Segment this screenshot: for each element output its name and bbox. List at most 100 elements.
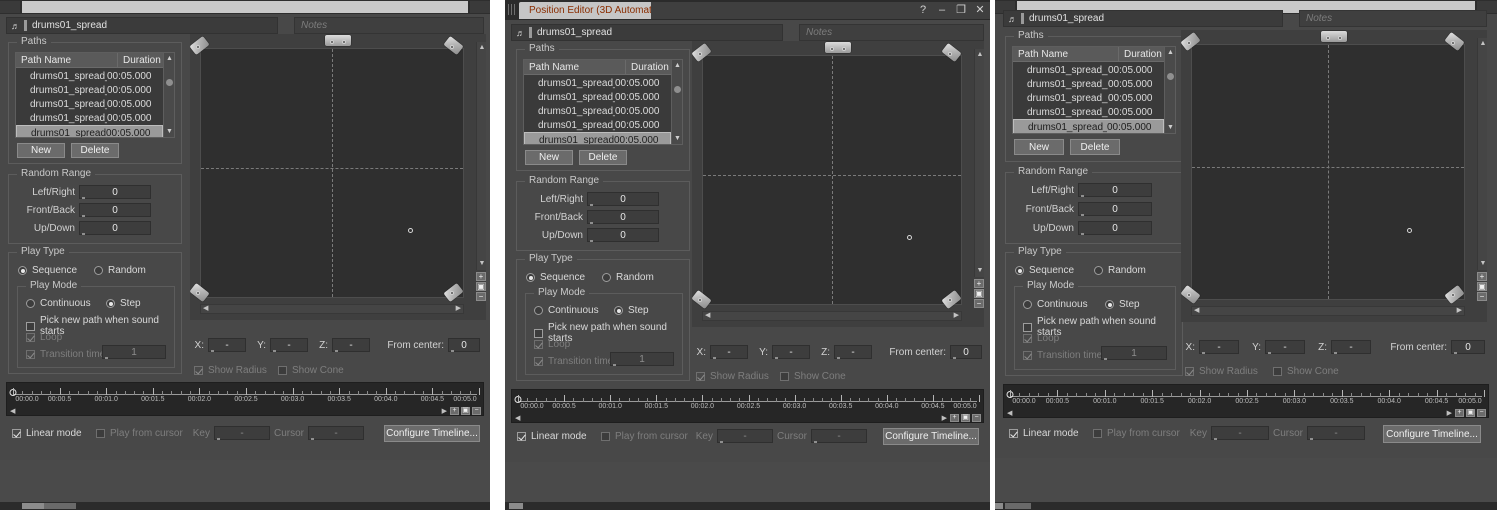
x-input[interactable]: - <box>1199 340 1239 354</box>
timeline-nav-right-icon[interactable]: ▶ <box>442 407 447 415</box>
radio-step[interactable]: Step <box>1105 299 1140 310</box>
table-row[interactable]: drums01_spread_Pa... 00:05.000 <box>16 83 163 97</box>
left-right-input[interactable]: 0 <box>587 192 659 206</box>
zoom-fit-button[interactable]: ▣ <box>476 282 486 291</box>
timeline-zoom-fit-button[interactable]: ▣ <box>461 406 470 415</box>
checkbox-linear-mode[interactable]: Linear mode <box>517 431 587 442</box>
timeline-nav-right-icon[interactable]: ▶ <box>942 414 947 422</box>
view3d-vertical-scrollbar[interactable]: ▲ ▼ <box>476 42 486 270</box>
y-input[interactable]: - <box>772 345 810 359</box>
radio-sequence[interactable]: Sequence <box>526 272 585 283</box>
front-back-input[interactable]: 0 <box>587 210 659 224</box>
table-row[interactable]: drums01_spread_Pa... 00:05.000 <box>1013 91 1164 105</box>
radio-random[interactable]: Random <box>1094 265 1146 276</box>
y-input[interactable]: - <box>1265 340 1305 354</box>
checkbox-play-from-cursor[interactable]: Play from cursor <box>1093 428 1180 439</box>
checkbox-transition-time[interactable]: Transition time <box>1023 350 1102 361</box>
checkbox-show-radius[interactable]: Show Radius <box>194 365 267 376</box>
table-row-selected[interactable]: drums01_spread_Pa... 00:05.000 <box>1013 119 1164 133</box>
paths-table[interactable]: Path Name Duration drums01_spread_Pa... … <box>1012 46 1176 134</box>
radio-step[interactable]: Step <box>106 298 141 309</box>
paths-vertical-scrollbar[interactable]: ▲ ▼ <box>163 53 174 137</box>
view3d-horizontal-scrollbar[interactable]: ◀ ▶ <box>1191 306 1465 316</box>
delete-path-button[interactable]: Delete <box>71 143 119 158</box>
table-row[interactable]: drums01_spread_Pa... 00:05.000 <box>1013 105 1164 119</box>
view3d[interactable]: ▲ ▼ + ▣ − ◀ ▶ <box>1181 30 1487 322</box>
radio-step[interactable]: Step <box>614 305 649 316</box>
zoom-out-button[interactable]: − <box>1477 292 1487 301</box>
table-row-selected[interactable]: drums01_spread_Pa... 00:05.000 <box>524 132 671 144</box>
zoom-fit-button[interactable]: ▣ <box>1477 282 1487 291</box>
radio-random[interactable]: Random <box>94 265 146 276</box>
checkbox-play-from-cursor[interactable]: Play from cursor <box>96 428 183 439</box>
checkbox-show-cone[interactable]: Show Cone <box>278 365 344 376</box>
view-scroll-down-icon[interactable]: ▼ <box>976 267 984 275</box>
checkbox-show-radius[interactable]: Show Radius <box>696 371 769 382</box>
view-scroll-left-icon[interactable]: ◀ <box>705 312 710 320</box>
timeline-nav-left-icon[interactable]: ◀ <box>515 414 520 422</box>
key-input[interactable]: - <box>214 426 270 440</box>
sound-name-input[interactable]: ♬ drums01_spread <box>511 24 783 41</box>
from-center-input[interactable]: 0 <box>950 345 982 359</box>
scrollbar-thumb[interactable] <box>166 79 173 86</box>
scroll-up-icon[interactable]: ▲ <box>166 55 173 62</box>
checkbox-show-cone[interactable]: Show Cone <box>780 371 846 382</box>
tab-strip-active-tab[interactable] <box>22 1 468 13</box>
room-area[interactable] <box>702 55 962 305</box>
delete-path-button[interactable]: Delete <box>579 150 627 165</box>
view-scroll-up-icon[interactable]: ▲ <box>1479 40 1487 48</box>
configure-timeline-button[interactable]: Configure Timeline... <box>883 428 979 445</box>
key-input[interactable]: - <box>1211 426 1269 440</box>
configure-timeline-button[interactable]: Configure Timeline... <box>384 425 480 442</box>
timeline-zoom-out-button[interactable]: − <box>972 413 981 422</box>
new-path-button[interactable]: New <box>17 143 65 158</box>
zoom-in-button[interactable]: + <box>1477 272 1487 281</box>
view3d[interactable]: ▲ ▼ + ▣ − ◀ ▶ <box>692 41 984 327</box>
checkbox-transition-time[interactable]: Transition time <box>534 356 613 367</box>
table-row[interactable]: drums01_spread_Pa... 00:05.000 <box>16 97 163 111</box>
room-area[interactable] <box>1191 44 1465 300</box>
view3d-horizontal-scrollbar[interactable]: ◀ ▶ <box>702 311 962 321</box>
checkbox-transition-time[interactable]: Transition time <box>26 349 105 360</box>
maximize-button[interactable]: ❐ <box>955 4 967 16</box>
view3d-horizontal-scrollbar[interactable]: ◀ ▶ <box>200 304 464 314</box>
view-scroll-up-icon[interactable]: ▲ <box>478 44 486 52</box>
table-row[interactable]: drums01_spread_Pa... 00:05.000 <box>524 90 671 104</box>
timeline-ruler[interactable]: 00:00.0 00:00.5 00:01.0 00:01.5 00:02.0 00:02… <box>512 390 983 412</box>
view-scroll-left-icon[interactable]: ◀ <box>1194 307 1199 315</box>
timeline[interactable]: 00:00.0 00:00.5 00:01.0 00:01.5 00:02.0 00:02… <box>511 389 984 423</box>
checkbox-show-radius[interactable]: Show Radius <box>1185 366 1258 377</box>
scroll-up-icon[interactable]: ▲ <box>1167 49 1174 56</box>
table-row[interactable]: drums01_spread_Pa... 00:05.000 <box>524 118 671 132</box>
scrollbar-thumb[interactable] <box>1167 73 1174 80</box>
timeline[interactable]: 00:00.0 00:00.5 00:01.0 00:01.5 00:02.0 00:02… <box>6 382 484 416</box>
timeline-zoom-in-button[interactable]: + <box>950 413 959 422</box>
notes-input[interactable]: Notes <box>1299 10 1487 27</box>
source-position-marker[interactable] <box>407 227 413 233</box>
zoom-out-button[interactable]: − <box>476 292 486 301</box>
help-button[interactable]: ? <box>917 4 929 16</box>
up-down-input[interactable]: 0 <box>1078 221 1152 235</box>
cursor-input[interactable]: - <box>308 426 364 440</box>
timeline-zoom-fit-button[interactable]: ▣ <box>1466 408 1475 417</box>
key-input[interactable]: - <box>717 429 773 443</box>
table-row[interactable]: drums01_spread_Pa... 00:05.000 <box>16 69 163 83</box>
checkbox-play-from-cursor[interactable]: Play from cursor <box>601 431 688 442</box>
new-path-button[interactable]: New <box>525 150 573 165</box>
z-input[interactable]: - <box>332 338 370 352</box>
front-back-input[interactable]: 0 <box>1078 202 1152 216</box>
scroll-down-icon[interactable]: ▼ <box>674 135 681 142</box>
radio-continuous[interactable]: Continuous <box>26 298 91 309</box>
from-center-input[interactable]: 0 <box>448 338 480 352</box>
paths-table[interactable]: Path Name Duration drums01_spread_Pa... … <box>523 59 683 145</box>
cursor-input[interactable]: - <box>1307 426 1365 440</box>
up-down-input[interactable]: 0 <box>587 228 659 242</box>
timeline-nav-right-icon[interactable]: ▶ <box>1447 409 1452 417</box>
table-row-selected[interactable]: drums01_spread_Pa... 00:05.000 <box>16 125 163 137</box>
checkbox-loop[interactable]: Loop <box>26 332 62 343</box>
sound-name-input[interactable]: ♬ drums01_spread <box>6 17 278 34</box>
notes-input[interactable]: Notes <box>799 24 984 41</box>
radio-continuous[interactable]: Continuous <box>534 305 599 316</box>
paths-vertical-scrollbar[interactable]: ▲ ▼ <box>671 60 682 144</box>
timeline-ruler[interactable]: 00:00.0 00:00.5 00:01.0 00:01.5 00:02.0 00:02… <box>1004 385 1488 407</box>
